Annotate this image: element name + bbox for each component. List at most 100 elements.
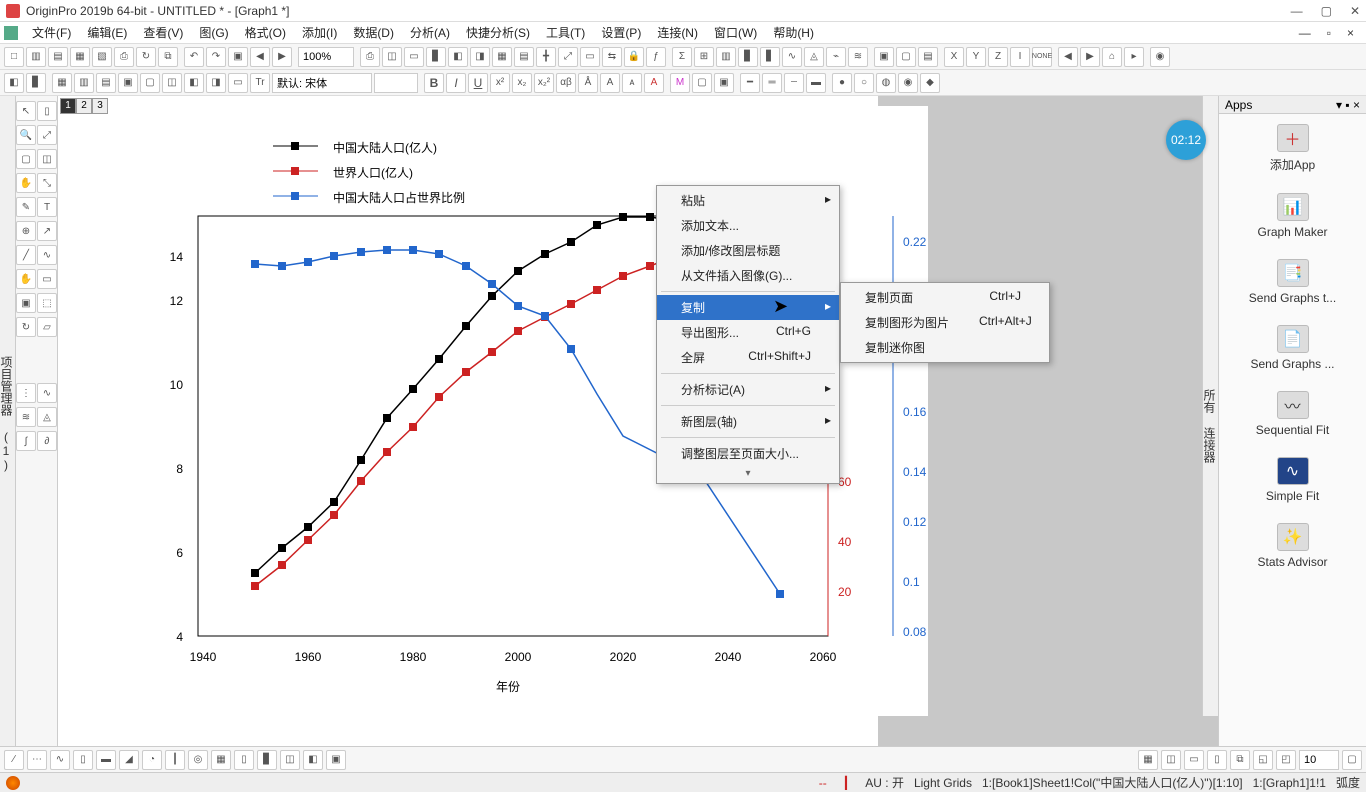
- child-close-button[interactable]: ×: [1339, 26, 1362, 40]
- tb2-grid3-icon[interactable]: ▤: [96, 73, 116, 93]
- ctx-insert-image[interactable]: 从文件插入图像(G)...: [657, 263, 839, 288]
- tb-peak-icon[interactable]: ◬: [804, 47, 824, 67]
- tb2-box2-icon[interactable]: ▣: [714, 73, 734, 93]
- tb2-grid9-icon[interactable]: ▭: [228, 73, 248, 93]
- tb-fit2-icon[interactable]: ▋: [760, 47, 780, 67]
- menu-graph[interactable]: 图(G): [191, 22, 236, 43]
- bb-apply-icon[interactable]: ▢: [1342, 750, 1362, 770]
- bb-template-icon[interactable]: ▣: [326, 750, 346, 770]
- bb-boxchart-icon[interactable]: ▯: [234, 750, 254, 770]
- tb2-grid5-icon[interactable]: ▢: [140, 73, 160, 93]
- bb-linesym-icon[interactable]: ∿: [50, 750, 70, 770]
- tb-calc-icon[interactable]: ƒ: [646, 47, 666, 67]
- bb-align-icon[interactable]: ▭: [1184, 750, 1204, 770]
- tb-home-icon[interactable]: ⌂: [1102, 47, 1122, 67]
- ctx-copy[interactable]: 复制▸: [657, 295, 839, 320]
- bb-contour-icon[interactable]: ◎: [188, 750, 208, 770]
- tb-col-icon[interactable]: ▥: [716, 47, 736, 67]
- tb2-bigfont-icon[interactable]: A: [600, 73, 620, 93]
- bb-distribute-icon[interactable]: ▯: [1207, 750, 1227, 770]
- tb2-mark-icon[interactable]: M: [670, 73, 690, 93]
- tb2-sup-icon[interactable]: x²: [490, 73, 510, 93]
- bb-bar-icon[interactable]: ▬: [96, 750, 116, 770]
- tb2-fontcolor-icon[interactable]: A: [644, 73, 664, 93]
- tb-sum-icon[interactable]: Σ: [672, 47, 692, 67]
- tb-import-icon[interactable]: ▦: [70, 47, 90, 67]
- tb-undo-icon[interactable]: ↶: [184, 47, 204, 67]
- tb2-italic-icon[interactable]: I: [446, 73, 466, 93]
- tool-scale-icon[interactable]: ⤡: [37, 173, 57, 193]
- ctx-layer-title[interactable]: 添加/修改图层标题: [657, 238, 839, 263]
- tb-refresh-icon[interactable]: ↻: [136, 47, 156, 67]
- tb2-fillcolor-icon[interactable]: ▬: [806, 73, 826, 93]
- tb-chart3-icon[interactable]: ◨: [470, 47, 490, 67]
- ctx-paste[interactable]: 粘贴▸: [657, 188, 839, 213]
- tb-stats-icon[interactable]: ⊞: [694, 47, 714, 67]
- tool-hand-icon[interactable]: ✋: [16, 269, 36, 289]
- plot-area[interactable]: 1 2 3 4 6 8 10 12 14 1940 1960 1980 2000…: [58, 96, 1218, 746]
- menu-settings[interactable]: 设置(P): [593, 22, 649, 43]
- app-add[interactable]: ＋添加App: [1219, 114, 1366, 183]
- app-send-graphs-1[interactable]: 📑Send Graphs t...: [1219, 249, 1366, 315]
- tb-z-icon[interactable]: Z: [988, 47, 1008, 67]
- bb-snap-icon[interactable]: ◫: [1161, 750, 1181, 770]
- bb-hist-icon[interactable]: ▊: [257, 750, 277, 770]
- tb-fit3-icon[interactable]: ∿: [782, 47, 802, 67]
- tb2-text-icon[interactable]: Tr: [250, 73, 270, 93]
- tb-duplicate-icon[interactable]: ⧉: [158, 47, 178, 67]
- tool-widget-icon[interactable]: ⬚: [37, 293, 57, 313]
- tb2-smallfont-icon[interactable]: ᴀ: [622, 73, 642, 93]
- tb2-grid2-icon[interactable]: ▥: [74, 73, 94, 93]
- tb-save-icon[interactable]: ▤: [48, 47, 68, 67]
- bb-prob-icon[interactable]: ◫: [280, 750, 300, 770]
- child-min-button[interactable]: —: [1291, 26, 1319, 40]
- fontsize-select[interactable]: [374, 73, 418, 93]
- tb-redo-icon[interactable]: ↷: [206, 47, 226, 67]
- tb2-symbol-icon[interactable]: ●: [832, 73, 852, 93]
- menu-help[interactable]: 帮助(H): [765, 22, 822, 43]
- tool-pointer-icon[interactable]: ↖: [16, 101, 36, 121]
- tb-layer-icon[interactable]: ▤: [514, 47, 534, 67]
- tb-arrow-r-icon[interactable]: ▶: [1080, 47, 1100, 67]
- tb2-grid7-icon[interactable]: ◧: [184, 73, 204, 93]
- menu-view[interactable]: 查看(V): [135, 22, 191, 43]
- bb-multi-icon[interactable]: ◧: [303, 750, 323, 770]
- tool-rotate-icon[interactable]: ↻: [16, 317, 36, 337]
- sub-copy-image[interactable]: 复制图形为图片Ctrl+Alt+J: [841, 310, 1049, 335]
- tool-roi-icon[interactable]: ▢: [16, 149, 36, 169]
- menu-add[interactable]: 添加(I): [294, 22, 345, 43]
- tool-drawline-icon[interactable]: ╱: [16, 245, 36, 265]
- tool-rect-icon[interactable]: ▭: [37, 269, 57, 289]
- bb-value-input[interactable]: [1299, 750, 1339, 770]
- sub-copy-page[interactable]: 复制页面Ctrl+J: [841, 285, 1049, 310]
- tb2-subsup-icon[interactable]: x₂²: [534, 73, 554, 93]
- bb-scatter-icon[interactable]: ⋯: [27, 750, 47, 770]
- tb-rescale-icon[interactable]: ⤢: [558, 47, 578, 67]
- bb-pie-icon[interactable]: ◔: [142, 750, 162, 770]
- tb-next-icon[interactable]: ▶: [272, 47, 292, 67]
- tb-export-icon[interactable]: ▧: [92, 47, 112, 67]
- menu-data[interactable]: 数据(D): [345, 22, 402, 43]
- tool-drawcurve-icon[interactable]: ∿: [37, 245, 57, 265]
- tb-base-icon[interactable]: ⌁: [826, 47, 846, 67]
- layer-tab-1[interactable]: 1: [60, 98, 76, 114]
- tool-insert-icon[interactable]: ▣: [16, 293, 36, 313]
- tb2-box-icon[interactable]: ▢: [692, 73, 712, 93]
- tb-open-icon[interactable]: ▥: [26, 47, 46, 67]
- ctx-analysis-marker[interactable]: 分析标记(A)▸: [657, 377, 839, 402]
- layer-tab-2[interactable]: 2: [76, 98, 92, 114]
- ctx-fullscreen[interactable]: 全屏Ctrl+Shift+J: [657, 345, 839, 370]
- tb2-grid1-icon[interactable]: ▦: [52, 73, 72, 93]
- tb2-linestyle-icon[interactable]: ┄: [784, 73, 804, 93]
- tb2-bold-icon[interactable]: B: [424, 73, 444, 93]
- tb-slide-icon[interactable]: ▭: [404, 47, 424, 67]
- tb2-sub-icon[interactable]: x₂: [512, 73, 532, 93]
- tb-chart1-icon[interactable]: ▊: [426, 47, 446, 67]
- tb-r-icon[interactable]: ▢: [896, 47, 916, 67]
- timer-badge[interactable]: 02:12: [1166, 120, 1206, 160]
- tb2-grid8-icon[interactable]: ◨: [206, 73, 226, 93]
- tool-cursor-icon[interactable]: ↗: [37, 221, 57, 241]
- tb2-grid6-icon[interactable]: ◫: [162, 73, 182, 93]
- tool-linescatter-icon[interactable]: ≋: [16, 407, 36, 427]
- zoom-select[interactable]: [298, 47, 354, 67]
